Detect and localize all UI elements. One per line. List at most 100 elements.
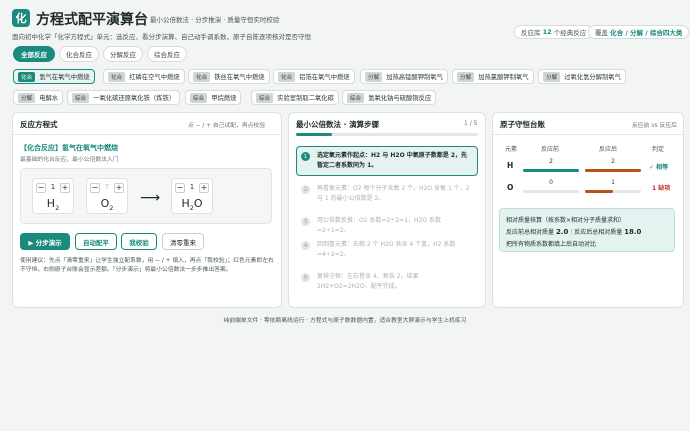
reaction-arrow-icon: ⟶ xyxy=(140,190,161,206)
reaction-chip[interactable]: 综合 氢氧化钠与硫酸铜反应 xyxy=(342,90,437,105)
reaction-badge: 化合 xyxy=(18,71,36,82)
ledger-after-value: 2 xyxy=(611,158,615,165)
species-card-h2: − 1 + H2 xyxy=(32,178,74,214)
check-button[interactable]: 我校验 xyxy=(121,233,157,250)
step-text: 回到氢元素：右侧 2 个 H2O 共含 4 个氢，H2 系数=4÷2=2。 xyxy=(317,241,456,258)
reaction-label: 一氧化碳还原氧化铁（炼铁） xyxy=(93,95,176,102)
coef-plus-button[interactable]: + xyxy=(114,183,124,193)
reaction-badge: 分解 xyxy=(18,92,36,103)
steps-panel-title: 最小公倍数法 · 演算步骤 xyxy=(296,120,380,129)
reaction-chip[interactable]: 综合 甲烷燃烧 xyxy=(185,90,242,105)
summary-after-label: 反应后总相对质量 xyxy=(574,229,623,236)
reset-button[interactable]: 清零重来 xyxy=(162,233,204,250)
reaction-label: 红磷在空气中燃烧 xyxy=(129,74,180,81)
reaction-badge: 分解 xyxy=(543,71,561,82)
reaction-label: 加热氯酸钾制氧气 xyxy=(478,74,529,81)
step-item[interactable]: 2 再看氧元素：O2 每个分子含氧 2 个，H2O 含氧 1 个，2 与 1 的… xyxy=(296,184,478,204)
formula-sub: 2 xyxy=(55,204,60,213)
reaction-chip[interactable]: 化合 氢气在氧气中燃烧 xyxy=(13,69,95,84)
reaction-chip[interactable]: 分解 电解水 xyxy=(13,90,64,105)
col-after: 反应后 xyxy=(599,146,618,153)
summary-before-label: 反应前总相对质量 xyxy=(506,229,555,236)
col-before: 反应前 xyxy=(541,146,560,153)
reaction-label: 氢氧化钠与硫酸铜反应 xyxy=(368,95,432,102)
reaction-chip[interactable]: 综合 实验室制取二氧化碳 xyxy=(251,90,339,105)
app-logo-icon: 化 xyxy=(12,9,30,27)
reaction-badge: 综合 xyxy=(256,92,274,103)
library-suffix: 个经典反应 xyxy=(553,29,587,37)
ledger-panel-note: 反应前 vs 反应后 xyxy=(632,123,677,129)
step-number: 2 xyxy=(301,185,310,194)
reaction-chip[interactable]: 分解 过氧化氢分解制氧气 xyxy=(538,69,626,84)
summary-line2: 反应前总相对质量 2.0 | 反应后总相对质量 18.0 xyxy=(506,227,641,236)
ledger-after-value: 1 xyxy=(611,179,615,186)
reaction-label: 实验室制取二氧化碳 xyxy=(277,95,334,102)
col-judge: 判定 xyxy=(652,146,665,153)
reaction-badge: 综合 xyxy=(190,92,208,103)
step-text: 用公倍数反推：O2 系数=2÷2=1，H2O 系数=2÷1=2。 xyxy=(317,217,441,234)
reaction-badge: 化合 xyxy=(108,71,126,82)
tab-comprehensive[interactable]: 综合反应 xyxy=(147,46,187,62)
equation-panel-note: 点 − / + 自己试配，再点校验 xyxy=(188,123,266,129)
reaction-title: 【化合反应】氢气在氧气中燃烧 xyxy=(20,144,118,152)
species-formula: O2 xyxy=(87,197,127,212)
reaction-chip[interactable]: 分解 加热氯酸钾制氧气 xyxy=(452,69,534,84)
reaction-badge: 化合 xyxy=(193,71,211,82)
ledger-element: O xyxy=(507,183,514,192)
reaction-badge: 综合 xyxy=(347,92,365,103)
step-text: 选定氧元素作起点：H2 与 H2O 中氧原子数都是 2，先暂定二者系数同为 1。 xyxy=(317,152,468,169)
ledger-before-value: 2 xyxy=(549,158,553,165)
reaction-chip[interactable]: 综合 一氧化碳还原氧化铁（炼铁） xyxy=(67,90,181,105)
species-card-o2: − ? + O2 xyxy=(86,178,128,214)
tab-all[interactable]: 全部反应 xyxy=(13,46,55,62)
species-formula: H2 xyxy=(33,197,73,212)
coverage-prefix: 覆盖 xyxy=(595,29,608,37)
summary-line3: 把所有物质系数都填上后自动对比 xyxy=(506,241,597,248)
step-number: 4 xyxy=(301,241,310,250)
reaction-badge: 化合 xyxy=(278,71,296,82)
summary-after-value: 18.0 xyxy=(624,228,642,236)
equation-panel-title: 反应方程式 xyxy=(20,120,58,129)
coef-plus-button[interactable]: + xyxy=(60,183,70,193)
app-title: 方程式配平演算台 xyxy=(36,12,148,28)
step-text: 复核守恒：左右皆含 4、氧各 2，结果 2H2+O2=2H2O，配平完成。 xyxy=(317,273,419,290)
step-item[interactable]: 3 用公倍数反推：O2 系数=2÷2=1，H2O 系数=2÷1=2。 xyxy=(296,216,478,236)
ledger-before-track xyxy=(523,190,579,193)
ledger-before-value: 0 xyxy=(549,179,553,186)
coverage-pill: 覆盖 化合 / 分解 / 综合四大类 xyxy=(588,25,690,39)
summary-before-value: 2.0 xyxy=(555,228,569,236)
reaction-chip[interactable]: 化合 红磷在空气中燃烧 xyxy=(103,69,185,84)
summary-sep: | xyxy=(570,229,573,236)
auto-balance-button[interactable]: 自动配平 xyxy=(75,233,117,250)
step-demo-button[interactable]: ▶ 分步演示 xyxy=(20,233,70,250)
formula-sub: 2 xyxy=(109,204,114,213)
ledger-after-bar xyxy=(585,190,613,193)
reaction-chip[interactable]: 化合 铝箔在氧气中燃烧 xyxy=(273,69,355,84)
coef-plus-button[interactable]: + xyxy=(199,183,209,193)
step-item-current[interactable]: 1 选定氧元素作起点：H2 与 H2O 中氧原子数都是 2，先暂定二者系数同为 … xyxy=(296,146,478,176)
reaction-chip[interactable]: 分解 加热高锰酸钾制氧气 xyxy=(360,69,448,84)
step-number: 1 xyxy=(301,152,310,161)
step-item[interactable]: 4 回到氢元素：右侧 2 个 H2O 共含 4 个氢，H2 系数=4÷2=2。 xyxy=(296,240,478,260)
step-number: 5 xyxy=(301,273,310,282)
usage-tip: 使用建议：先点「清零重来」让学生独立配系数，用 − / + 填入，再点「我校验」… xyxy=(20,258,274,273)
app-subtitle: 最小公倍数法 · 分步推演 · 质量守恒实时校验 xyxy=(150,16,280,24)
reaction-badge: 分解 xyxy=(365,71,383,82)
reaction-label: 铁丝在氧气中燃烧 xyxy=(214,74,265,81)
col-element: 元素 xyxy=(505,146,518,153)
tab-decomposition[interactable]: 分解反应 xyxy=(103,46,143,62)
formula-main: H xyxy=(46,197,56,210)
page-footer: 纯前端单文件 · 零依赖离线运行 · 方程式与原子数数据内置，适合教室大屏演示与… xyxy=(223,318,467,324)
step-text: 再看氧元素：O2 每个分子含氧 2 个，H2O 含氧 1 个，2 与 1 的最小… xyxy=(317,185,470,202)
divider xyxy=(493,134,683,135)
tab-combination[interactable]: 化合反应 xyxy=(59,46,99,62)
ledger-judge-ok: ✓ 相等 xyxy=(649,164,669,171)
step-counter: 1 / 5 xyxy=(464,120,478,127)
formula-tail: O xyxy=(193,197,203,210)
ledger-before-bar xyxy=(523,169,579,172)
reaction-chip[interactable]: 化合 铁丝在氧气中燃烧 xyxy=(188,69,270,84)
step-item[interactable]: 5 复核守恒：左右皆含 4、氧各 2，结果 2H2+O2=2H2O，配平完成。 xyxy=(296,272,478,292)
reaction-badge: 综合 xyxy=(72,92,90,103)
formula-main: O xyxy=(100,197,110,210)
species-formula: H2O xyxy=(172,197,212,212)
